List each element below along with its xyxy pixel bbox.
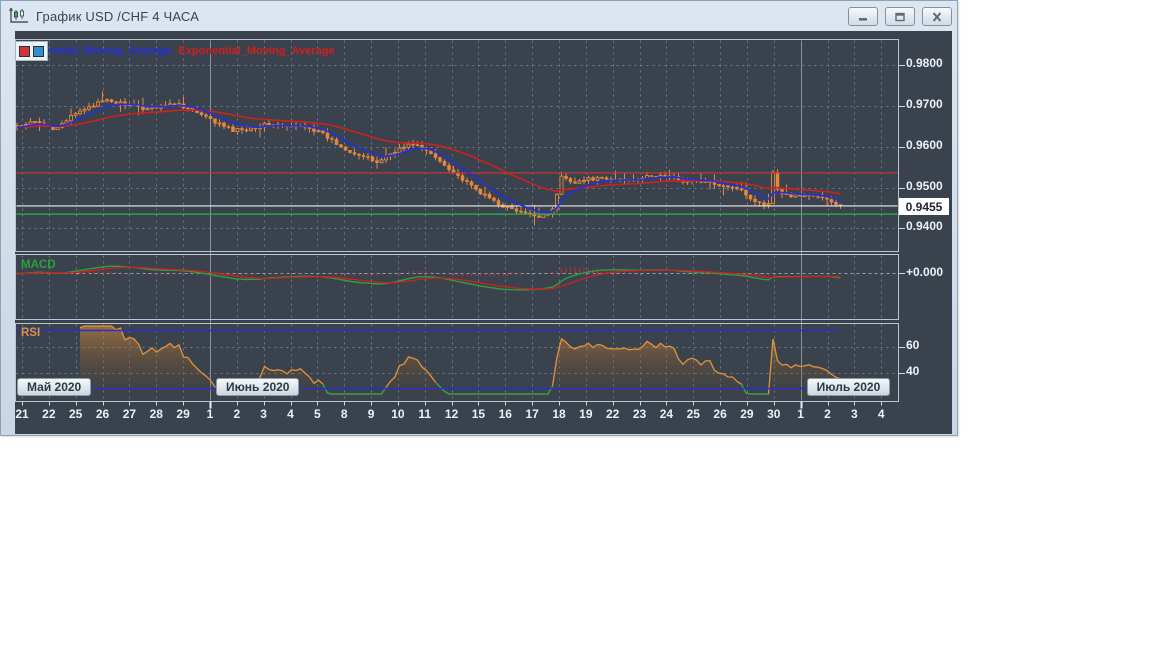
x-axis-label: 18 bbox=[552, 407, 566, 421]
x-axis-label: 22 bbox=[606, 407, 620, 421]
price-axis-label: 0.9400 bbox=[906, 219, 943, 234]
price-axis-label: 0.9700 bbox=[906, 96, 943, 111]
x-axis-label: 12 bbox=[444, 407, 459, 421]
restore-icon bbox=[895, 12, 905, 21]
price-macd-rsi-plot bbox=[15, 39, 905, 409]
x-axis-label: 24 bbox=[659, 407, 674, 421]
indicator-legend: ential_Moving_Average Exponential_Moving… bbox=[15, 41, 335, 61]
macd-zero-label: +0.000 bbox=[906, 265, 944, 279]
chart-canvas[interactable]: ential_Moving_Average Exponential_Moving… bbox=[15, 31, 952, 434]
month-marker-june: Июнь 2020 bbox=[215, 378, 300, 396]
macd-pane-label: MACD bbox=[21, 259, 56, 271]
legend-swatch-box bbox=[15, 41, 48, 61]
rsi-pane-label: RSI bbox=[21, 327, 41, 339]
x-axis-label: 23 bbox=[632, 407, 647, 421]
chart-window: График USD /CHF 4 ЧАСА ential_Moving_Ave… bbox=[0, 0, 958, 436]
x-axis-label: 1 bbox=[797, 407, 804, 421]
blue-swatch-icon bbox=[33, 45, 44, 57]
x-axis-label: 8 bbox=[340, 407, 348, 421]
x-axis-label: 1 bbox=[206, 407, 214, 421]
x-axis-label: 26 bbox=[95, 407, 110, 421]
ema-fast-legend-label: ential_Moving_Average bbox=[49, 45, 172, 57]
minimize-icon bbox=[859, 17, 867, 21]
x-axis-label: 16 bbox=[498, 407, 512, 421]
restore-button[interactable] bbox=[885, 7, 915, 26]
x-axis-label: 22 bbox=[42, 407, 56, 421]
chart-icon bbox=[9, 7, 28, 23]
minimize-button[interactable] bbox=[848, 7, 878, 26]
rsi-tick-40: 40 bbox=[906, 364, 920, 378]
x-axis-label: 28 bbox=[149, 407, 163, 421]
x-axis-label: 25 bbox=[686, 407, 700, 421]
window-title-bar[interactable]: График USD /CHF 4 ЧАСА bbox=[1, 1, 957, 31]
x-axis-label: 11 bbox=[418, 407, 432, 421]
x-axis-label: 26 bbox=[713, 407, 727, 421]
x-axis-label: 17 bbox=[525, 407, 539, 421]
x-axis-label: 30 bbox=[767, 407, 781, 421]
price-axis-label: 0.9600 bbox=[906, 137, 943, 152]
ema-slow-legend-label: Exponential_Moving_Average bbox=[178, 45, 335, 57]
x-axis-label: 29 bbox=[176, 407, 190, 421]
x-axis-label: 4 bbox=[287, 407, 294, 421]
month-marker-july: Июль 2020 bbox=[806, 378, 891, 396]
x-axis-label: 25 bbox=[69, 407, 83, 421]
x-axis-label: 3 bbox=[851, 407, 858, 421]
x-axis-label: 4 bbox=[877, 407, 885, 421]
x-axis-label: 27 bbox=[122, 407, 137, 421]
x-axis-label: 10 bbox=[391, 407, 405, 421]
red-swatch-icon bbox=[19, 45, 30, 57]
x-axis-label: 21 bbox=[15, 407, 29, 421]
x-axis-label: 19 bbox=[579, 407, 593, 421]
x-axis-label: 3 bbox=[260, 407, 267, 421]
current-price-box: 0.9455 bbox=[899, 198, 949, 215]
x-axis-label: 9 bbox=[367, 407, 375, 421]
x-axis-label: 29 bbox=[740, 407, 754, 421]
rsi-tick-60: 60 bbox=[906, 338, 920, 352]
window-title: График USD /CHF 4 ЧАСА bbox=[36, 8, 200, 24]
x-axis-label: 2 bbox=[824, 407, 831, 421]
x-axis-label: 15 bbox=[471, 407, 486, 421]
price-axis-label: 0.9800 bbox=[906, 56, 943, 70]
x-axis-label: 5 bbox=[314, 407, 321, 421]
month-marker-may: Май 2020 bbox=[17, 378, 92, 396]
close-icon bbox=[932, 11, 942, 22]
price-axis-label: 0.9500 bbox=[906, 178, 943, 193]
close-button[interactable] bbox=[922, 7, 952, 26]
x-axis-label: 2 bbox=[233, 407, 241, 421]
